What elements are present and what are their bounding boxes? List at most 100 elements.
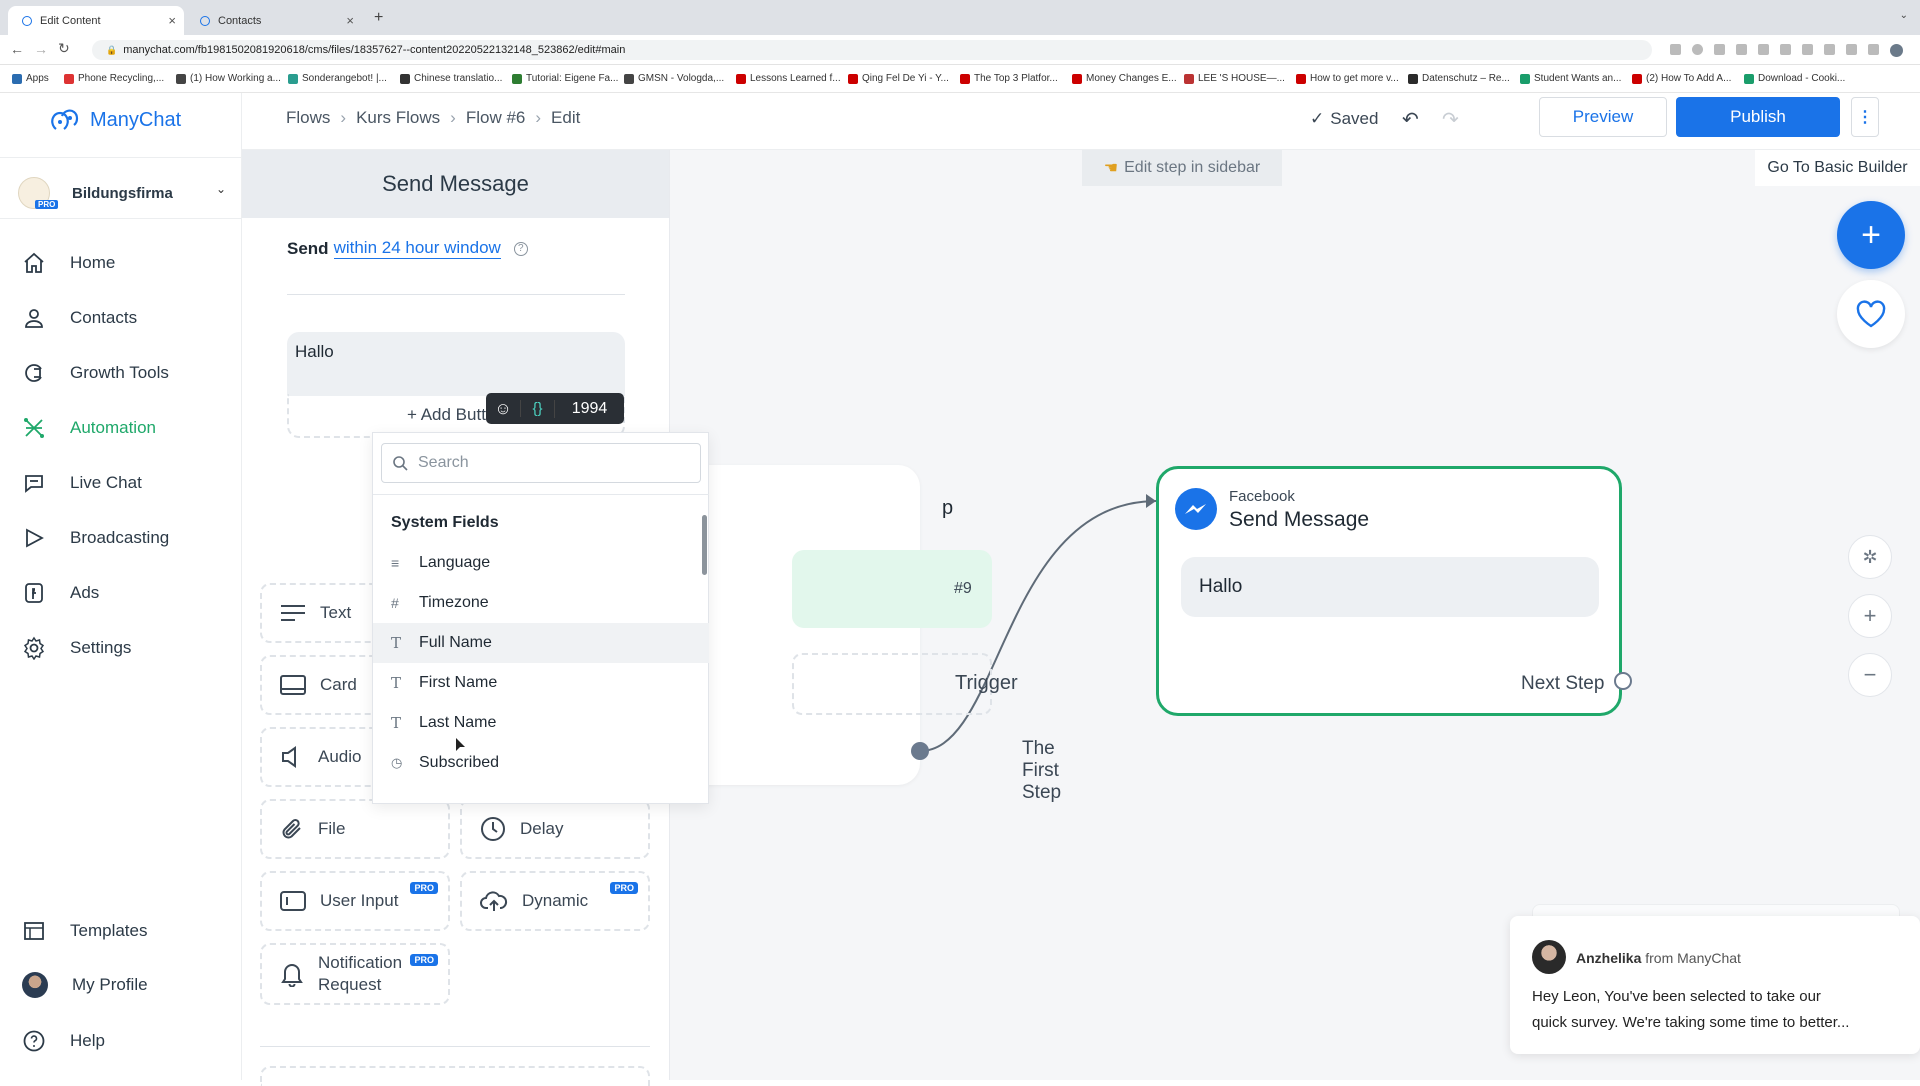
favorites-button[interactable] — [1837, 280, 1905, 348]
bookmark-item[interactable]: Lessons Learned f... — [736, 73, 841, 84]
chat-popup[interactable]: Anzhelika from ManyChat Hey Leon, You've… — [1510, 916, 1920, 1054]
bookmark-item[interactable]: Qing Fel De Yi - Y... — [848, 73, 949, 84]
forward-icon[interactable]: → — [34, 41, 48, 57]
publish-button[interactable]: Publish — [1676, 97, 1840, 137]
field-subscribed[interactable]: ◷ Subscribed — [373, 743, 709, 783]
message-editor[interactable]: Hallo — [287, 332, 625, 396]
add-dynamic-tile[interactable]: Dynamic PRO — [460, 871, 650, 931]
pro-badge: PRO — [610, 882, 638, 894]
search-placeholder: Search — [418, 454, 469, 471]
bookmark-item[interactable]: GMSN - Vologda,... — [624, 73, 724, 84]
breadcrumb-kurs-flows[interactable]: Kurs Flows — [356, 108, 440, 128]
nav-my-profile[interactable]: My Profile — [22, 970, 148, 1000]
field-first-name[interactable]: T First Name — [373, 663, 709, 703]
browser-tab-edit-content[interactable]: Edit Content × — [8, 6, 184, 35]
reload-icon[interactable]: ↻ — [58, 40, 70, 57]
section-header: System Fields — [391, 514, 499, 531]
paperclip-icon — [282, 819, 301, 839]
account-name: Bildungsfirma — [72, 184, 173, 202]
bookmark-label: LEE 'S HOUSE—... — [1198, 73, 1285, 84]
add-file-tile[interactable]: File — [260, 799, 450, 859]
nav-home[interactable]: Home — [22, 248, 115, 278]
add-user-input-tile[interactable]: User Input PRO — [260, 871, 450, 931]
home-icon — [24, 252, 44, 273]
preview-button[interactable]: Preview — [1539, 97, 1667, 137]
nav-help[interactable]: Help — [22, 1026, 105, 1056]
undo-icon[interactable]: ↶ — [1402, 107, 1419, 132]
browser-tab-contacts[interactable]: Contacts × — [186, 6, 362, 35]
bookmark-item[interactable]: (1) How Working a... — [176, 73, 281, 84]
bookmark-item[interactable]: Chinese translatio... — [400, 73, 502, 84]
add-step-button[interactable]: + — [1837, 201, 1905, 269]
send-window-link[interactable]: within 24 hour window — [333, 238, 501, 259]
search-input[interactable]: Search — [381, 443, 701, 483]
basic-builder-button[interactable]: Go To Basic Builder — [1755, 150, 1920, 186]
breadcrumb-flows[interactable]: Flows — [286, 108, 330, 128]
breadcrumb-flow-6[interactable]: Flow #6 — [466, 108, 526, 128]
extension-icons[interactable] — [1670, 44, 1903, 57]
scrollbar-thumb[interactable] — [702, 515, 707, 575]
field-last-name[interactable]: T Last Name — [373, 703, 709, 743]
account-switcher[interactable]: PRO Bildungsfirma ⌄ — [18, 170, 236, 216]
message-bubble[interactable]: Hallo — [1181, 557, 1599, 617]
tile-label: User Input — [320, 891, 399, 910]
tile-label: Dynamic — [522, 891, 589, 910]
nav-automation[interactable]: Automation — [22, 413, 156, 443]
field-full-name[interactable]: T Full Name — [373, 623, 709, 663]
bookmark-item[interactable]: How to get more v... — [1296, 73, 1399, 84]
manychat-logo-icon — [51, 109, 79, 130]
nav-broadcasting[interactable]: Broadcasting — [22, 523, 169, 553]
close-tab-icon[interactable]: × — [168, 13, 176, 28]
next-step-port[interactable] — [1614, 672, 1632, 690]
bookmark-item[interactable]: Download - Cooki... — [1744, 73, 1845, 84]
bookmark-item[interactable]: Datenschutz – Re... — [1408, 73, 1510, 84]
bookmark-favicon-icon — [1408, 73, 1418, 84]
manychat-logo[interactable]: ManyChat — [48, 103, 181, 137]
pro-badge: PRO — [410, 954, 438, 966]
send-prefix: Send — [287, 238, 329, 258]
tile-label: Notification Request — [318, 953, 403, 994]
zoom-in-button[interactable]: + — [1848, 594, 1892, 638]
field-language[interactable]: ≡ Language — [373, 543, 709, 583]
bookmark-item[interactable]: LEE 'S HOUSE—... — [1184, 73, 1285, 84]
list-icon: ≡ — [391, 555, 400, 571]
nav-settings[interactable]: Settings — [22, 633, 131, 663]
tab-list-chevron-icon[interactable]: ⌄ — [1900, 10, 1908, 21]
emoji-icon[interactable]: ☺ — [486, 399, 520, 419]
tile-label: File — [318, 819, 346, 838]
clock-icon: ◷ — [391, 755, 403, 770]
variables-icon[interactable]: {} — [520, 400, 554, 417]
bookmark-item[interactable]: Student Wants an... — [1520, 73, 1621, 84]
url-field[interactable]: 🔒 manychat.com/fb198150208192061​8/cms/fi… — [92, 40, 1652, 60]
back-icon[interactable]: ← — [10, 41, 24, 57]
bookmark-label: Money Changes E... — [1086, 73, 1177, 84]
bookmark-item[interactable]: Apps — [12, 73, 49, 84]
broadcasting-icon — [26, 528, 44, 548]
bookmark-item[interactable]: (2) How To Add A... — [1632, 73, 1731, 84]
bookmark-item[interactable]: The Top 3 Platfor... — [960, 73, 1058, 84]
magic-wand-icon: ✲ — [1862, 546, 1878, 567]
plus-icon: + — [1861, 216, 1881, 254]
send-message-node[interactable]: Facebook Send Message Hallo Next Step — [1156, 466, 1622, 716]
nav-growth-tools[interactable]: Growth Tools — [22, 358, 169, 388]
auto-arrange-button[interactable]: ✲ — [1848, 535, 1892, 579]
nav-live-chat[interactable]: Live Chat — [22, 468, 142, 498]
nav-ads[interactable]: Ads — [22, 578, 99, 608]
close-tab-icon[interactable]: × — [346, 13, 354, 28]
first-step-port[interactable] — [911, 742, 929, 760]
bookmark-item[interactable]: Sonderangebot! |... — [288, 73, 387, 84]
add-delay-tile[interactable]: Delay — [460, 799, 650, 859]
zoom-out-button[interactable]: − — [1848, 653, 1892, 697]
add-notification-request-tile[interactable]: Notification Request PRO — [260, 943, 450, 1005]
field-timezone[interactable]: # Timezone — [373, 583, 709, 623]
redo-icon[interactable]: ↷ — [1442, 107, 1459, 132]
bookmark-item[interactable]: Phone Recycling,... — [64, 73, 164, 84]
sender-name: Anzhelika — [1576, 950, 1642, 966]
info-icon[interactable]: ? — [513, 241, 528, 256]
more-menu-icon[interactable]: ⋮ — [1851, 97, 1879, 137]
bookmark-item[interactable]: Tutorial: Eigene Fa... — [512, 73, 618, 84]
nav-contacts[interactable]: Contacts — [22, 303, 137, 333]
nav-templates[interactable]: Templates — [22, 916, 147, 946]
bookmark-item[interactable]: Money Changes E... — [1072, 73, 1177, 84]
new-tab-icon[interactable]: + — [374, 9, 383, 27]
